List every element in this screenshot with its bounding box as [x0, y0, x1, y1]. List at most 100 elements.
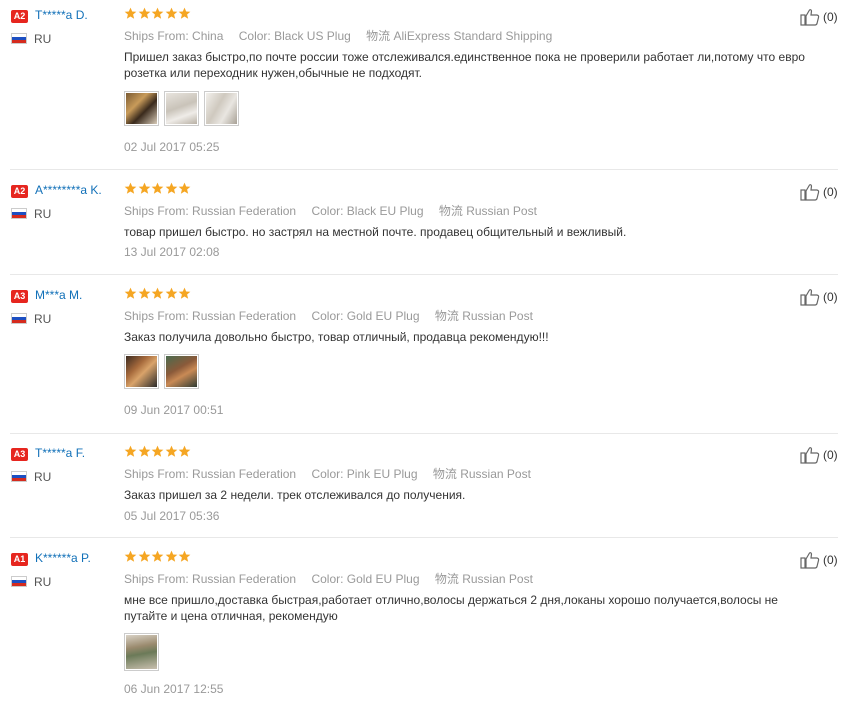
star-rating — [124, 445, 192, 459]
review-photo[interactable] — [164, 354, 199, 389]
review-item: A3 M***a M. RU Ships From: Russian Feder… — [0, 280, 840, 435]
helpful-button[interactable]: (0) — [800, 183, 838, 201]
buyer-level-badge: A2 — [11, 10, 28, 23]
ships-from-label: Ships From: — [124, 204, 189, 218]
reviewer-name[interactable]: K******a P. — [35, 551, 91, 565]
reviewer-name[interactable]: A********a K. — [35, 183, 102, 197]
review-date: 06 Jun 2017 12:55 — [124, 682, 224, 696]
helpful-count: (0) — [823, 10, 838, 24]
color-value: Gold EU Plug — [346, 572, 420, 586]
star-icon — [151, 445, 164, 457]
logistics-value: Russian Post — [462, 309, 533, 323]
ships-from-label: Ships From: — [124, 467, 189, 481]
star-icon — [178, 182, 191, 194]
logistics-value: AliExpress Standard Shipping — [393, 29, 553, 43]
star-icon — [124, 182, 137, 194]
star-icon — [124, 7, 137, 19]
color-label: Color: — [311, 467, 344, 481]
ships-from-label: Ships From: — [124, 309, 189, 323]
review-comment: Пришел заказ быстро,по почте россии тоже… — [124, 50, 805, 80]
star-icon — [151, 182, 164, 194]
star-icon — [124, 550, 137, 562]
reviewer-name[interactable]: T*****a D. — [35, 8, 88, 22]
ships-from-value: Russian Federation — [192, 572, 297, 586]
logistics-label: 物流 — [366, 29, 391, 43]
star-icon — [138, 445, 150, 457]
buyer-level-badge: A2 — [11, 185, 28, 198]
review-comment: мне все пришло,доставка быстрая,работает… — [124, 593, 778, 623]
color-value: Pink EU Plug — [346, 467, 418, 481]
review-photo[interactable] — [124, 354, 159, 389]
star-rating — [124, 287, 192, 301]
review-date: 13 Jul 2017 02:08 — [124, 245, 220, 259]
review-photo[interactable] — [124, 91, 159, 126]
reviewer-country: RU — [34, 32, 52, 46]
helpful-button[interactable]: (0) — [800, 551, 838, 569]
star-icon — [165, 550, 177, 562]
review-photo[interactable] — [124, 633, 159, 671]
review-photos — [124, 633, 159, 671]
star-rating — [124, 182, 192, 196]
divider — [10, 274, 838, 275]
order-info: Ships From: Russian Federation Color: Go… — [124, 307, 545, 324]
ships-from-label: Ships From: — [124, 29, 189, 43]
color-label: Color: — [311, 309, 344, 323]
logistics-value: Russian Post — [460, 467, 531, 481]
thumbs-up-icon — [800, 184, 820, 201]
russia-flag-icon — [11, 313, 27, 324]
star-icon — [138, 182, 150, 194]
order-info: Ships From: Russian Federation Color: Go… — [124, 570, 545, 587]
color-value: Black US Plug — [274, 29, 351, 43]
star-icon — [151, 287, 164, 299]
reviewer-name[interactable]: T*****a F. — [35, 446, 85, 460]
thumbs-up-icon — [800, 552, 820, 569]
review-item: A2 A********a K. RU Ships From: Russian … — [0, 175, 840, 275]
reviewer-country: RU — [34, 575, 52, 589]
star-icon — [178, 7, 191, 19]
review-photos — [124, 354, 199, 389]
ships-from-value: Russian Federation — [192, 309, 297, 323]
order-info: Ships From: Russian Federation Color: Bl… — [124, 202, 549, 219]
russia-flag-icon — [11, 208, 27, 219]
thumbs-up-icon — [800, 289, 820, 306]
ships-from-value: Russian Federation — [192, 204, 297, 218]
review-photo[interactable] — [164, 91, 199, 126]
color-value: Black EU Plug — [346, 204, 424, 218]
order-info: Ships From: China Color: Black US Plug 物… — [124, 27, 564, 44]
logistics-label: 物流 — [434, 309, 459, 323]
divider — [10, 537, 838, 538]
star-icon — [178, 445, 191, 457]
reviewer-name[interactable]: M***a M. — [35, 288, 82, 302]
star-icon — [165, 287, 177, 299]
review-photos — [124, 91, 239, 126]
thumbs-up-icon — [800, 9, 820, 26]
star-icon — [178, 287, 191, 299]
star-icon — [151, 550, 164, 562]
helpful-count: (0) — [823, 448, 838, 462]
ships-from-value: China — [192, 29, 224, 43]
russia-flag-icon — [11, 576, 27, 587]
star-icon — [138, 287, 150, 299]
helpful-button[interactable]: (0) — [800, 288, 838, 306]
review-item: A1 K******a P. RU Ships From: Russian Fe… — [0, 543, 840, 703]
star-icon — [165, 445, 177, 457]
star-icon — [124, 287, 137, 299]
review-date: 05 Jul 2017 05:36 — [124, 509, 220, 523]
color-label: Color: — [311, 572, 344, 586]
review-photo[interactable] — [204, 91, 239, 126]
order-info: Ships From: Russian Federation Color: Pi… — [124, 465, 543, 482]
star-icon — [138, 550, 150, 562]
star-icon — [151, 7, 164, 19]
color-label: Color: — [311, 204, 344, 218]
helpful-button[interactable]: (0) — [800, 446, 838, 464]
helpful-button[interactable]: (0) — [800, 8, 838, 26]
logistics-value: Russian Post — [466, 204, 537, 218]
star-icon — [138, 7, 150, 19]
helpful-count: (0) — [823, 185, 838, 199]
review-date: 02 Jul 2017 05:25 — [124, 140, 220, 154]
review-comment: Заказ пришел за 2 недели. трек отслежива… — [124, 488, 466, 502]
reviewer-country: RU — [34, 470, 52, 484]
color-value: Gold EU Plug — [346, 309, 420, 323]
reviewer-country: RU — [34, 312, 52, 326]
star-icon — [165, 7, 177, 19]
